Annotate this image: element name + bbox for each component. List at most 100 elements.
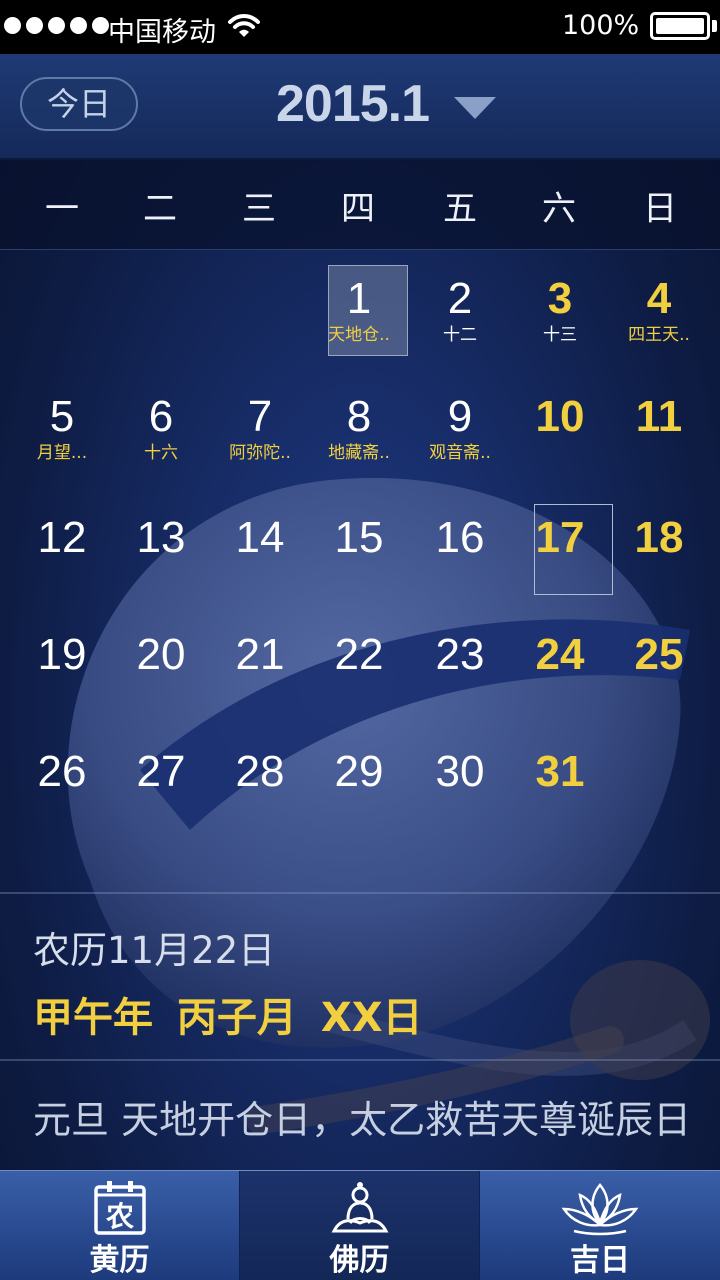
day-number: 25 xyxy=(634,630,684,679)
day-cell[interactable]: 28 xyxy=(210,731,310,849)
weekday-wed: 三 xyxy=(242,189,276,229)
signal-strength-icon xyxy=(4,17,109,34)
tab-buddhist-calendar[interactable]: 佛历 xyxy=(240,1171,480,1280)
day-number: 11 xyxy=(635,392,683,441)
day-cell[interactable]: 9 观音斋.. xyxy=(410,376,510,494)
lunar-label: 十二 xyxy=(443,325,477,345)
day-number: 16 xyxy=(435,513,485,562)
day-number: 4 xyxy=(646,274,672,323)
lotus-icon xyxy=(561,1183,639,1236)
day-number: 31 xyxy=(535,747,585,796)
lunar-label: 观音斋.. xyxy=(429,443,491,463)
day-cell[interactable]: 15 xyxy=(309,497,409,615)
day-cell[interactable]: 17 xyxy=(510,497,613,615)
divider xyxy=(0,892,720,894)
day-number: 1 xyxy=(346,274,372,323)
wifi-icon xyxy=(228,14,260,37)
day-cell[interactable]: 4 四王天.. xyxy=(609,258,709,376)
today-button[interactable]: 今日 xyxy=(20,77,138,131)
day-cell[interactable]: 20 xyxy=(111,614,211,732)
day-number: 26 xyxy=(37,747,87,796)
day-cell[interactable]: 23 xyxy=(410,614,510,732)
lunar-label: 天地仓.. xyxy=(328,325,390,345)
lunar-label: 地藏斋.. xyxy=(328,443,390,463)
month-title[interactable]: 2015.1 xyxy=(276,74,430,134)
tab-almanac[interactable]: 农 黄历 xyxy=(0,1171,240,1280)
day-number: 10 xyxy=(535,392,585,441)
day-cell[interactable]: 8 地藏斋.. xyxy=(309,376,409,494)
lunar-date: 农历11月22日 xyxy=(33,929,276,972)
day-number: 22 xyxy=(334,630,384,679)
weekday-sun: 日 xyxy=(643,189,677,229)
day-number: 24 xyxy=(535,630,585,679)
day-cell[interactable]: 10 xyxy=(510,376,610,494)
day-number: 15 xyxy=(334,513,384,562)
tab-auspicious-days[interactable]: 吉日 xyxy=(480,1171,720,1280)
day-number: 2 xyxy=(447,274,473,323)
day-number: 29 xyxy=(334,747,384,796)
day-cell[interactable]: 21 xyxy=(210,614,310,732)
day-number: 30 xyxy=(435,747,485,796)
calendar-header: 今日 2015.1 xyxy=(0,54,720,160)
day-cell[interactable]: 31 xyxy=(510,731,610,849)
status-bar: 中国移动 100% xyxy=(0,0,720,54)
day-cell[interactable]: 29 xyxy=(309,731,409,849)
day-number: 6 xyxy=(148,392,174,441)
svg-text:农: 农 xyxy=(105,1200,134,1233)
day-number: 17 xyxy=(535,513,585,562)
day-number: 18 xyxy=(634,513,684,562)
day-cell[interactable]: 30 xyxy=(410,731,510,849)
weekday-thu: 四 xyxy=(341,189,375,229)
weekday-sat: 六 xyxy=(542,189,576,229)
day-number: 19 xyxy=(37,630,87,679)
day-cell[interactable]: 13 xyxy=(111,497,211,615)
weekday-mon: 一 xyxy=(45,189,79,229)
day-cell[interactable]: 24 xyxy=(510,614,610,732)
day-cell[interactable]: 18 xyxy=(609,497,709,615)
month-dropdown-icon[interactable] xyxy=(454,97,496,119)
day-cell[interactable]: 19 xyxy=(12,614,112,732)
day-cell[interactable]: 16 xyxy=(410,497,510,615)
day-number: 13 xyxy=(136,513,186,562)
day-number: 27 xyxy=(136,747,186,796)
day-cell[interactable]: 12 xyxy=(12,497,112,615)
day-cell[interactable]: 1 天地仓.. xyxy=(309,258,409,376)
day-cell[interactable]: 7 阿弥陀.. xyxy=(210,376,310,494)
day-cell[interactable]: 5 月望... xyxy=(12,376,112,494)
day-number: 14 xyxy=(235,513,285,562)
calendar-icon: 农 xyxy=(94,1181,146,1235)
day-number: 21 xyxy=(235,630,285,679)
lunar-label: 十六 xyxy=(144,443,178,463)
ganzhi-date: 甲午年 丙子月 XX日 xyxy=(33,995,423,1041)
lunar-label: 月望... xyxy=(36,443,88,463)
day-cell[interactable]: 27 xyxy=(111,731,211,849)
lunar-label: 阿弥陀.. xyxy=(229,443,291,463)
tab-label: 黄历 xyxy=(89,1243,150,1278)
app-screen: 中国移动 100% 今日 2015.1 一 二 三 四 五 六 日 1 天地仓..… xyxy=(0,0,720,1280)
day-number: 8 xyxy=(346,392,372,441)
day-number: 23 xyxy=(435,630,485,679)
divider xyxy=(0,1059,720,1061)
day-cell[interactable]: 26 xyxy=(12,731,112,849)
lunar-label: 四王天.. xyxy=(628,325,690,345)
day-cell[interactable]: 3 十三 xyxy=(510,258,610,376)
carrier-name: 中国移动 xyxy=(108,17,216,48)
battery-percentage: 100% xyxy=(562,10,640,41)
day-cell[interactable]: 25 xyxy=(609,614,709,732)
day-number: 7 xyxy=(247,392,273,441)
lunar-label: 十三 xyxy=(543,325,577,345)
day-number: 9 xyxy=(447,392,473,441)
day-number: 12 xyxy=(37,513,87,562)
day-cell[interactable]: 14 xyxy=(210,497,310,615)
battery-tip xyxy=(712,20,717,32)
day-cell[interactable]: 6 十六 xyxy=(111,376,211,494)
battery-icon xyxy=(650,12,710,40)
day-cell[interactable]: 11 xyxy=(609,376,709,494)
day-cell[interactable]: 2 十二 xyxy=(410,258,510,376)
festival-description: 元旦 天地开仓日，太乙救苦天尊诞辰日 xyxy=(33,1098,692,1142)
day-number: 28 xyxy=(235,747,285,796)
buddha-icon xyxy=(331,1182,389,1233)
day-cell[interactable]: 22 xyxy=(309,614,409,732)
weekday-header: 一 二 三 四 五 六 日 xyxy=(0,160,720,250)
day-number: 5 xyxy=(49,392,75,441)
